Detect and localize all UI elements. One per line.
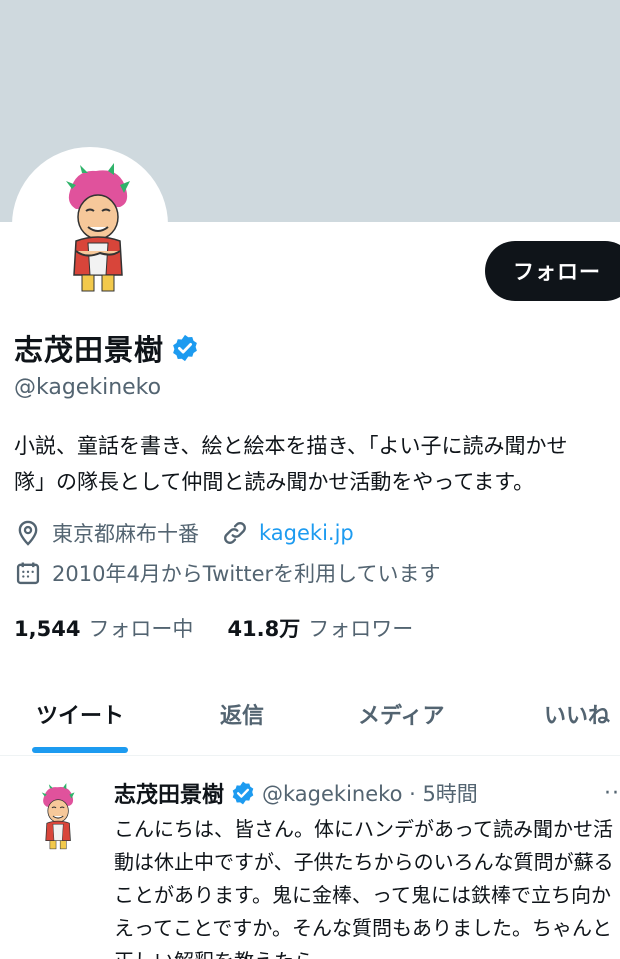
following-count: 1,544 — [14, 617, 81, 641]
tweet-author-name[interactable]: 志茂田景樹 — [114, 777, 224, 809]
verified-badge-icon — [173, 334, 197, 362]
following-count-link[interactable]: 1,544 フォロー中 — [14, 613, 193, 643]
tab-media[interactable]: メディア — [358, 698, 444, 730]
tab-tweets[interactable]: ツイート — [36, 698, 124, 730]
bio-line: 隊」の隊長として仲間と読み聞かせ活動をやってます。 — [14, 470, 535, 494]
following-label: フォロー中 — [88, 617, 194, 641]
profile-name-row: 志茂田景樹 — [14, 327, 200, 369]
display-name: 志茂田景樹 — [14, 333, 165, 367]
tab-likes[interactable]: いいね — [544, 698, 610, 730]
tweet[interactable]: 志茂田景樹 @kagekineko · 5時間 ·· こんにちは、皆さん。体にハ… — [0, 757, 620, 959]
link-icon — [224, 522, 246, 544]
joined-text: 2010年4月からTwitterを利用しています — [52, 562, 441, 586]
location-pin-icon — [18, 520, 38, 546]
profile-handle: @kagekineko — [14, 375, 162, 400]
tweet-avatar[interactable] — [16, 777, 92, 853]
follow-button[interactable]: フォロー — [485, 241, 620, 301]
profile-bio: 小説、童話を書き、絵と絵本を描き、「よい子に読み聞かせ 隊」の隊長として仲間と読… — [14, 428, 620, 500]
avatar-illustration — [16, 151, 164, 299]
profile-meta-row: 東京都麻布十番 kageki.jp — [14, 518, 354, 548]
tweet-header: 志茂田景樹 @kagekineko · 5時間 — [114, 777, 478, 809]
follow-counts: 1,544 フォロー中 41.8万 フォロワー — [14, 613, 413, 643]
profile-avatar[interactable] — [12, 147, 168, 303]
profile-tabs: ツイート 返信 メディア いいね — [0, 680, 620, 756]
active-tab-indicator — [32, 747, 128, 753]
followers-label: フォロワー — [308, 617, 414, 641]
bio-line: 小説、童話を書き、絵と絵本を描き、「よい子に読み聞かせ — [14, 434, 568, 458]
tab-replies[interactable]: 返信 — [220, 698, 264, 730]
avatar-illustration — [16, 777, 92, 853]
followers-count-link[interactable]: 41.8万 フォロワー — [227, 613, 413, 643]
verified-badge-icon — [232, 781, 254, 805]
location-text: 東京都麻布十番 — [52, 522, 199, 546]
followers-count: 41.8万 — [227, 617, 301, 641]
website-link[interactable]: kageki.jp — [259, 521, 354, 545]
tweet-handle-time: @kagekineko · 5時間 — [262, 782, 478, 806]
tweet-text: こんにちは、皆さん。体にハンデがあって読み聞かせ活動は休止中ですが、子供たちから… — [114, 817, 614, 959]
profile-joined-row: 2010年4月からTwitterを利用しています — [14, 558, 441, 588]
calendar-icon — [16, 562, 40, 585]
more-icon[interactable]: ·· — [604, 781, 620, 806]
